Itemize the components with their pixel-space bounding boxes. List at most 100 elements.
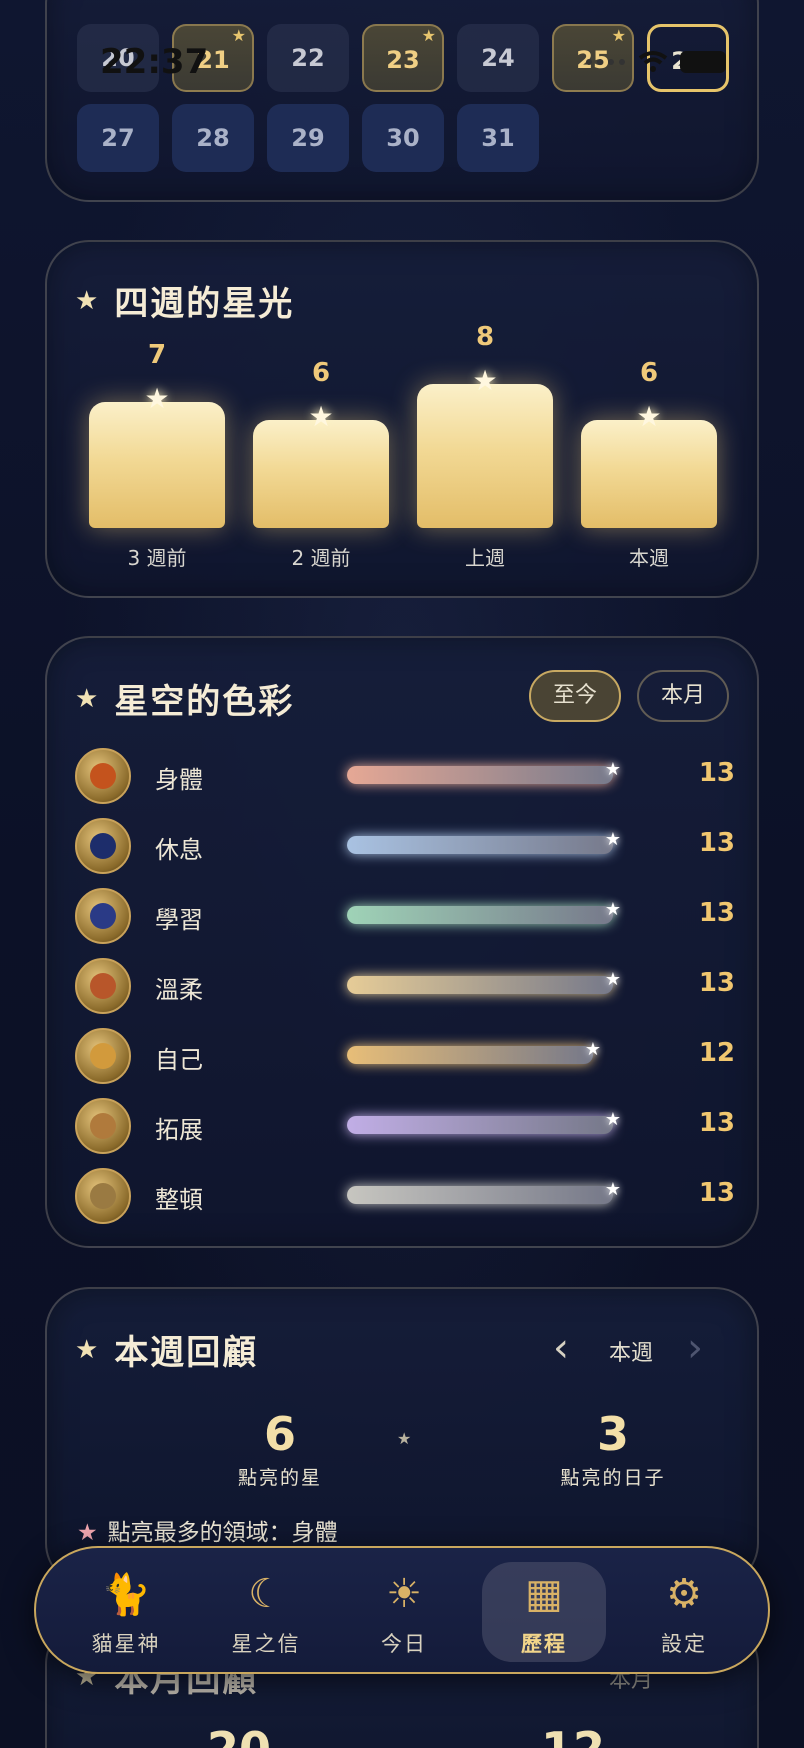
bar-star-icon: ★ bbox=[472, 364, 498, 397]
category-emblem-icon bbox=[75, 748, 131, 804]
category-label: 身體 bbox=[155, 766, 203, 794]
days-lit-value: 3 bbox=[596, 1407, 629, 1461]
tab-calendar[interactable]: ▦ 歷程 bbox=[482, 1562, 606, 1662]
month-stars-value: 20 bbox=[207, 1722, 271, 1748]
bar-star-icon: ★ bbox=[636, 400, 662, 433]
category-bar: ★ bbox=[347, 1109, 621, 1134]
bar-label: 3 週前 bbox=[127, 546, 187, 570]
category-emblem-icon bbox=[75, 1028, 131, 1084]
category-emblem-icon bbox=[75, 818, 131, 874]
bar-value: 8 bbox=[475, 322, 495, 352]
divider-star-icon: ★ bbox=[397, 1429, 412, 1448]
calendar-day[interactable]: 23 ★ bbox=[362, 24, 444, 92]
bar-star-icon: ★ bbox=[308, 400, 334, 433]
category-label: 溫柔 bbox=[155, 976, 203, 1004]
tab-gear[interactable]: ⚙ 設定 bbox=[622, 1562, 746, 1662]
bar-end-star-icon: ★ bbox=[604, 899, 621, 920]
tab-cat[interactable]: 🐈 貓星神 bbox=[64, 1562, 188, 1662]
category-bar: ★ bbox=[347, 829, 621, 854]
status-icons bbox=[586, 50, 726, 74]
category-row: 溫柔 ★ 13 bbox=[75, 958, 735, 1014]
week-review-card: ★ 本週回顧 ‹ 本週 › 6 點亮的星 ★ 3 點亮的日子 ★ 點亮最多的領域：… bbox=[45, 1287, 759, 1587]
signal-icon bbox=[586, 57, 626, 67]
category-row: 整頓 ★ 13 bbox=[75, 1168, 735, 1224]
bar-label: 上週 bbox=[465, 546, 505, 570]
tab-label: 設定 bbox=[661, 1632, 707, 1656]
prev-week-icon[interactable]: ‹ bbox=[553, 1325, 569, 1371]
status-time: 22:37 bbox=[100, 42, 209, 82]
category-emblem-icon bbox=[75, 888, 131, 944]
lit-star-icon: ★ bbox=[421, 26, 436, 45]
toggle-this-month[interactable]: 本月 bbox=[637, 670, 729, 722]
gear-icon: ⚙ bbox=[666, 1571, 702, 1617]
next-week-icon[interactable]: › bbox=[687, 1325, 703, 1371]
category-label: 學習 bbox=[155, 906, 203, 934]
week-bar bbox=[89, 402, 225, 528]
category-bar: ★ bbox=[347, 1179, 621, 1204]
week-bar-column: 6 ★ 2 週前 bbox=[253, 242, 389, 582]
bar-end-star-icon: ★ bbox=[604, 969, 621, 990]
calendar-day-number: 23 bbox=[386, 46, 420, 74]
week-nav-label: 本週 bbox=[609, 1341, 654, 1366]
category-row: 身體 ★ 13 bbox=[75, 748, 735, 804]
top-domain: ★ 點亮最多的領域：身體 bbox=[77, 1513, 338, 1547]
category-count: 13 bbox=[698, 1178, 735, 1208]
stars-lit-value: 6 bbox=[263, 1407, 296, 1461]
category-row: 拓展 ★ 13 bbox=[75, 1098, 735, 1154]
category-emblem-icon bbox=[75, 1098, 131, 1154]
category-count: 13 bbox=[698, 758, 735, 788]
bar-end-star-icon: ★ bbox=[584, 1039, 601, 1060]
category-bar: ★ bbox=[347, 1039, 601, 1064]
sun-icon: ☀ bbox=[386, 1571, 422, 1617]
tab-moon[interactable]: ☾ 星之信 bbox=[204, 1562, 328, 1662]
week-bar-column: 8 ★ 上週 bbox=[417, 242, 553, 582]
category-bar: ★ bbox=[347, 759, 621, 784]
calendar-day[interactable]: 31 bbox=[457, 104, 539, 172]
calendar-day[interactable]: 30 bbox=[362, 104, 444, 172]
category-label: 自己 bbox=[155, 1046, 203, 1074]
calendar-day-number: 24 bbox=[481, 44, 515, 72]
pink-star-icon: ★ bbox=[77, 1520, 98, 1546]
lit-star-icon: ★ bbox=[611, 26, 626, 45]
moon-icon: ☾ bbox=[248, 1571, 284, 1617]
calendar-day[interactable]: 27 bbox=[77, 104, 159, 172]
sky-colors-title: 星空的色彩 bbox=[114, 682, 295, 722]
star-icon: ★ bbox=[75, 683, 99, 714]
category-emblem-icon bbox=[75, 958, 131, 1014]
calendar-day[interactable]: 29 bbox=[267, 104, 349, 172]
week-bar bbox=[417, 384, 553, 528]
tab-label: 歷程 bbox=[521, 1632, 567, 1656]
calendar-icon: ▦ bbox=[525, 1571, 563, 1617]
category-count: 13 bbox=[698, 968, 735, 998]
tab-label: 貓星神 bbox=[91, 1632, 161, 1656]
lit-star-icon: ★ bbox=[231, 26, 246, 45]
calendar-day[interactable]: 24 bbox=[457, 24, 539, 92]
calendar-day[interactable]: 28 bbox=[172, 104, 254, 172]
calendar-day-number: 22 bbox=[291, 44, 325, 72]
bar-end-star-icon: ★ bbox=[604, 759, 621, 780]
category-count: 12 bbox=[698, 1038, 735, 1068]
week-bar bbox=[581, 420, 717, 528]
tab-sun[interactable]: ☀ 今日 bbox=[342, 1562, 466, 1662]
wifi-icon bbox=[638, 51, 668, 72]
category-row: 休息 ★ 13 bbox=[75, 818, 735, 874]
battery-icon bbox=[680, 51, 726, 73]
bar-label: 2 週前 bbox=[291, 546, 351, 570]
bar-star-icon: ★ bbox=[144, 382, 170, 415]
calendar-day[interactable]: 22 bbox=[267, 24, 349, 92]
tab-label: 今日 bbox=[381, 1632, 427, 1656]
category-bar: ★ bbox=[347, 969, 621, 994]
category-count: 13 bbox=[698, 898, 735, 928]
sky-colors-header: ★ 星空的色彩 bbox=[75, 674, 294, 723]
bar-end-star-icon: ★ bbox=[604, 829, 621, 850]
toggle-all-time[interactable]: 至今 bbox=[529, 670, 621, 722]
week-bar bbox=[253, 420, 389, 528]
category-count: 13 bbox=[698, 828, 735, 858]
category-bar: ★ bbox=[347, 899, 621, 924]
star-icon: ★ bbox=[75, 1334, 99, 1365]
stars-lit-label: 點亮的星 bbox=[237, 1467, 322, 1489]
week-review-header: ★ 本週回顧 bbox=[75, 1325, 258, 1374]
top-domain-text: 點亮最多的領域：身體 bbox=[107, 1520, 338, 1546]
bar-value: 7 bbox=[147, 340, 167, 370]
bar-value: 6 bbox=[311, 358, 331, 388]
